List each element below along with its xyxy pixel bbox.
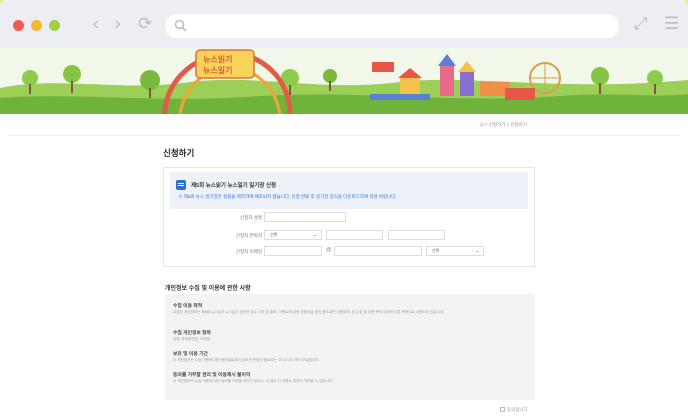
email-domain-select-value: 선택 [432,248,440,253]
phone-label: 신청자 연락처 [235,233,262,238]
email-domain-select[interactable]: 선택 ⌄ [426,246,484,256]
browser-window: ‹ › ⟳ ⤢ ☰ 뉴스읽기 뉴스일기 ⌂ > 신청하기 > 신청하기 신청하기… [0,0,688,419]
address-bar[interactable] [165,14,619,38]
period-heading: 보유 및 이용 기간 [173,352,208,357]
purpose-text: 수집된 개인정보는 제5회 뉴스읽기 뉴스일기 공모전 접수 시작 및 홍보, … [173,310,445,314]
email-at-sign: @ [326,247,332,253]
refuse-text: 이 개인정보의 수집 이용에 대한 동의를 거부할 권리가 있으나, 이 경우 … [173,379,334,383]
email-label: 신청자 이메일 [235,249,262,254]
application-notice: ※ 제5회 뉴스 일기장은 실물을 제작하여 배포되지 않습니다. 신청 완료 … [178,194,397,199]
name-label: 신청자 성명 [240,215,262,220]
application-form: 제5회 뉴스읽기 뉴스일기 일기장 신청 ※ 제5회 뉴스 일기장은 실물을 제… [163,167,535,267]
agree-checkbox[interactable]: 동의합니다 [500,407,528,413]
checkbox-icon[interactable] [500,407,505,412]
reload-icon[interactable]: ⟳ [138,13,152,35]
refuse-heading: 동의를 거부할 권리 및 이용제시 불이익 [173,373,251,378]
home-icon[interactable]: ⌂ [480,122,484,128]
breadcrumb: ⌂ > 신청하기 > 신청하기 [480,122,528,128]
phone-middle-input[interactable] [326,230,383,240]
header-divider [8,135,680,136]
back-icon[interactable]: ‹ [92,13,100,35]
phone-last-input[interactable] [388,230,445,240]
banner-illustration [0,49,688,114]
forward-icon[interactable]: › [114,13,122,35]
banner-sign-line-1: 뉴스읽기 [203,55,233,64]
menu-icon[interactable]: ☰ [664,13,679,35]
purpose-heading: 수집 이용 목적 [173,304,203,309]
period-text: 이 개인정보는 수집 이용에 대한 동의일로부터 공모전 운영이 종료되는 '2… [173,358,320,362]
festival-banner: 뉴스읽기 뉴스일기 [0,48,688,114]
browser-toolbar: ‹ › ⟳ ⤢ ☰ [0,0,688,48]
maximize-window-dot[interactable] [49,20,60,31]
application-title: 제5회 뉴스읽기 뉴스일기 일기장 신청 [191,183,277,189]
privacy-section-title: 개인정보 수집 및 이용에 관한 사항 [165,286,251,292]
banner-sign-line-2: 뉴스일기 [203,66,233,75]
name-input[interactable] [264,212,346,222]
expand-icon[interactable]: ⤢ [634,13,648,35]
close-window-dot[interactable] [13,20,24,31]
page-title: 신청하기 [163,148,195,158]
breadcrumb-item-current: 신청하기 [510,122,528,127]
chevron-down-icon: ⌄ [313,232,317,237]
breadcrumb-item[interactable]: 신청하기 [489,122,506,127]
minimize-window-dot[interactable] [31,20,42,31]
email-domain-input[interactable] [334,246,422,256]
document-icon [176,180,186,190]
phone-prefix-value: 선택 [270,232,278,237]
privacy-terms-box: 수집 이용 목적 수집된 개인정보는 제5회 뉴스읽기 뉴스일기 공모전 접수 … [165,294,535,400]
email-id-input[interactable] [264,246,322,256]
chevron-down-icon: ⌄ [475,248,479,253]
items-text: 성명, 휴대폰번호, 이메일 [173,337,211,341]
search-icon [174,19,187,32]
application-header: 제5회 뉴스읽기 뉴스일기 일기장 신청 ※ 제5회 뉴스 일기장은 실물을 제… [170,172,528,209]
phone-prefix-select[interactable]: 선택 ⌄ [264,230,322,240]
agree-label: 동의합니다 [507,407,528,412]
items-heading: 수집 개인정보 항목 [173,331,211,336]
